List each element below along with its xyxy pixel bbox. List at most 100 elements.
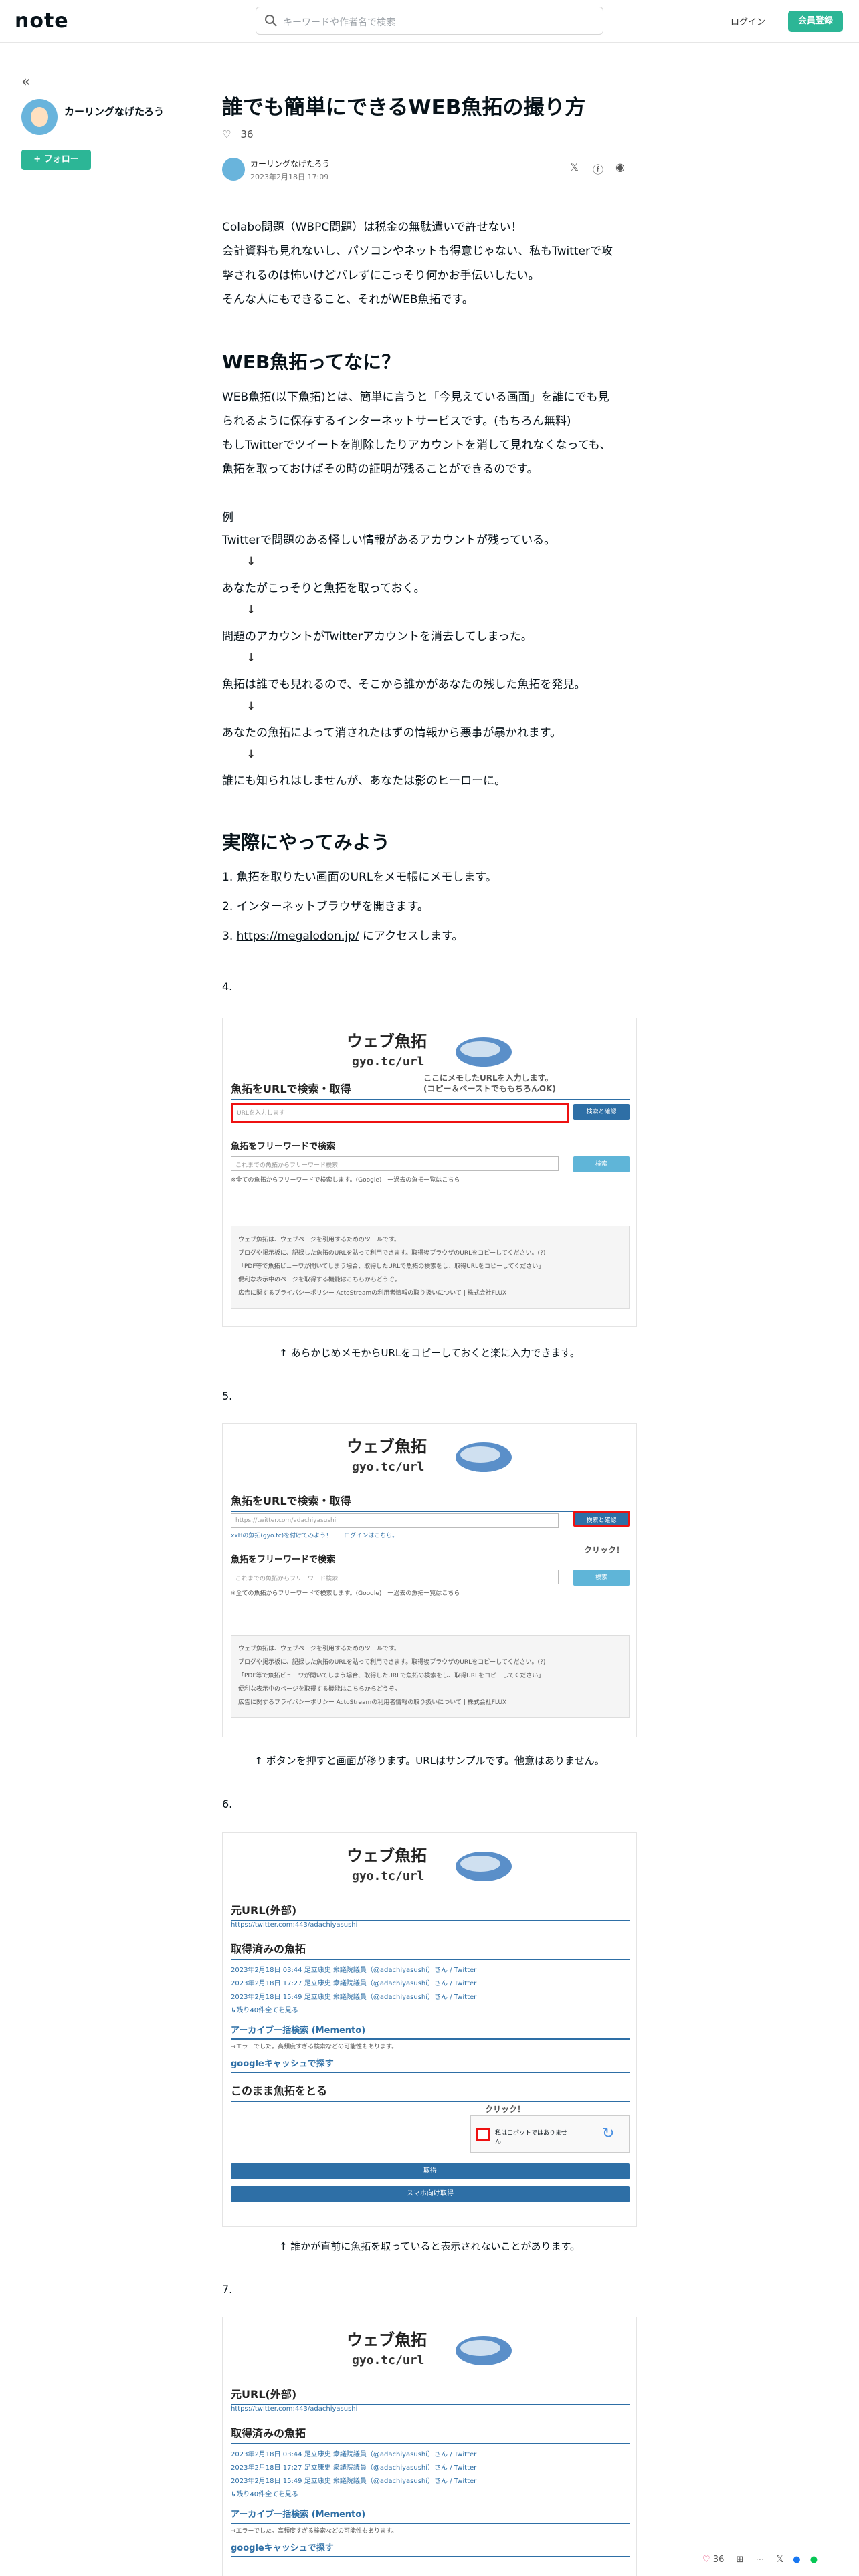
example-line: あなたがこっそりと魚拓を取っておく。	[222, 582, 425, 595]
word-search-button[interactable]: 検索	[573, 1570, 630, 1586]
url-input[interactable]: URLを入力します	[231, 1103, 569, 1123]
more-link[interactable]: ↳残り40件全てを見る	[231, 2488, 298, 2498]
follow-button[interactable]: + フォロー	[21, 150, 91, 170]
word-search-button[interactable]: 検索	[573, 1156, 630, 1172]
click-annotation: クリック！	[485, 2105, 526, 2114]
arrow: ↓	[246, 651, 256, 665]
publish-date: 2023年2月18日 17:09	[250, 173, 329, 181]
list-item[interactable]: 2023年2月18日 15:49 足立康史 衆議院議員（@adachiyasus…	[231, 1991, 476, 2001]
site-header: note キーワードや作者名で検索 ログイン 会員登録	[0, 0, 859, 43]
search-input[interactable]: キーワードや作者名で検索	[256, 7, 603, 35]
list-item[interactable]: 2023年2月18日 17:27 足立康史 衆議院議員（@adachiyasus…	[231, 2462, 476, 2472]
archive-heading[interactable]: アーカイブ一括検索 (Memento)	[231, 2507, 630, 2524]
magazine-icon[interactable]: ⊞	[736, 2555, 743, 2565]
caption: ↑ ボタンを押すと画面が移ります。URLはサンプルです。他意はありません。	[254, 1755, 605, 1767]
search-placeholder: キーワードや作者名で検索	[283, 17, 395, 28]
origin-url[interactable]: https://twitter.com:443/adachiyasushi	[231, 2405, 357, 2413]
info-box: ウェブ魚拓は、ウェブページを引用するためのツールです。 ブログや掲示板に、記録した…	[231, 1635, 630, 1718]
megalodon-link[interactable]: https://megalodon.jp/	[237, 930, 359, 943]
author-name[interactable]: カーリングなげたろう	[250, 158, 330, 169]
step-2: 2. インターネットブラウザを開きます。	[222, 900, 429, 914]
gyotaku-logo-icon: ウェブ魚拓 gyo.tc/url	[347, 1436, 512, 1474]
search-confirm-button[interactable]: 検索と確認	[573, 1511, 630, 1527]
step-number: 4.	[222, 980, 233, 993]
note-logo[interactable]: note	[15, 9, 69, 33]
facebook-share-icon[interactable]: ●	[793, 2555, 800, 2565]
more-link[interactable]: ↳残り40件全てを見る	[231, 2004, 298, 2014]
search-word-heading: 魚拓をフリーワードで検索	[231, 1555, 336, 1565]
more-icon[interactable]: ⋯	[756, 2555, 765, 2565]
floating-actions: ♡ 36 ⊞ ⋯ 𝕏 ● ●	[702, 2555, 818, 2565]
arrow: ↓	[246, 700, 256, 713]
google-heading[interactable]: googleキャッシュで探す	[231, 2056, 630, 2073]
heart-icon[interactable]: ♡	[222, 128, 231, 140]
google-heading[interactable]: googleキャッシュで探す	[231, 2541, 630, 2557]
step-number: 6.	[222, 1798, 233, 1810]
x-share-icon[interactable]: 𝕏	[570, 160, 579, 173]
search-confirm-button[interactable]: 検索と確認	[573, 1104, 630, 1120]
svg-text:gyo.tc/url: gyo.tc/url	[352, 2353, 424, 2367]
take-heading: このまま魚拓をとる	[231, 2082, 630, 2102]
recaptcha-checkbox[interactable]	[476, 2128, 490, 2141]
word-input[interactable]: これまでの魚拓からフリーワード検索	[231, 1570, 559, 1584]
what-text: WEB魚拓(以下魚拓)とは、簡単に言うと「今見えている画面」を誰にでも見 られるよ…	[222, 391, 611, 476]
login-link[interactable]: ログイン	[731, 15, 765, 27]
list-item[interactable]: 2023年2月18日 03:44 足立康史 衆議院議員（@adachiyasus…	[231, 1964, 476, 1974]
svg-text:ウェブ魚拓: ウェブ魚拓	[347, 1031, 427, 1051]
url-input[interactable]: https://twitter.com/adachiyasushi	[231, 1513, 559, 1528]
gyotaku-logo-icon: ウェブ魚拓 gyo.tc/url	[347, 2330, 512, 2367]
heart-icon[interactable]: ♡	[702, 2555, 710, 2565]
step-3: 3. https://megalodon.jp/ にアクセスします。	[222, 930, 464, 943]
svg-text:ウェブ魚拓: ウェブ魚拓	[347, 2330, 427, 2349]
get-button[interactable]: 取得	[231, 2163, 630, 2179]
example-line: 誰にも知られはしませんが、あなたは影のヒーローに。	[222, 774, 506, 788]
word-input[interactable]: これまでの魚拓からフリーワード検索	[231, 1156, 559, 1171]
example-label: 例	[222, 511, 233, 524]
like-count[interactable]: ♡ 36	[222, 128, 254, 140]
arrow: ↓	[246, 748, 256, 761]
page-title: 誰でも簡単にできるWEB魚拓の撮り方	[222, 96, 586, 120]
line-share-icon[interactable]: ●	[810, 2555, 818, 2565]
word-note: ※全ての魚拓からフリーワードで検索します。(Google) 一過去の魚拓一覧はこ…	[231, 1590, 460, 1597]
got-heading: 取得済みの魚拓	[231, 2424, 630, 2444]
step-number: 7.	[222, 2283, 233, 2296]
search-icon	[265, 15, 277, 27]
signup-button[interactable]: 会員登録	[788, 11, 843, 32]
recaptcha: 私はロボットではありません ↻	[470, 2115, 630, 2153]
origin-url[interactable]: https://twitter.com:443/adachiyasushi	[231, 1921, 357, 1929]
intro-text: Colabo問題（WBPC問題）は税金の無駄遣いで許せない！ 会計資料も見れないし…	[222, 221, 613, 306]
caption: ↑ 誰かが直前に魚拓を取っていると表示されないことがあります。	[278, 2240, 581, 2252]
example-line: 魚拓は誰でも見れるので、そこから誰かがあなたの残した魚拓を発見。	[222, 678, 586, 691]
step-number: 5.	[222, 1390, 233, 1402]
example-line: あなたの魚拓によって消されたはずの情報から悪事が暴かれます。	[222, 726, 561, 740]
creator-name[interactable]: カーリングなげたろう	[64, 103, 178, 120]
login-note: xxHの魚拓(gyo.tc)を付けてみよう！ ーログインはこちら。	[231, 1533, 399, 1539]
annotation: (コピー＆ペーストでももちろんOK)	[423, 1084, 556, 1093]
info-box: ウェブ魚拓は、ウェブページを引用するためのツールです。 ブログや掲示板に、記録した…	[231, 1226, 630, 1309]
x-share-icon[interactable]: 𝕏	[777, 2555, 783, 2565]
list-item[interactable]: 2023年2月18日 15:49 足立康史 衆議院議員（@adachiyasus…	[231, 2475, 476, 2485]
example-line: 問題のアカウントがTwitterアカウントを消去してしまった。	[222, 630, 533, 643]
gyotaku-logo-icon: ウェブ魚拓 gyo.tc/url	[347, 1846, 512, 1883]
archive-heading[interactable]: アーカイブ一括検索 (Memento)	[231, 2023, 630, 2040]
author-avatar[interactable]	[222, 158, 245, 181]
screenshot-step-6: ウェブ魚拓 gyo.tc/url 元URL(外部) https://twitter…	[222, 1832, 637, 2227]
collapse-icon[interactable]: «	[21, 74, 30, 90]
recaptcha-label: 私はロボットではありません	[495, 2130, 567, 2145]
word-note: ※全ての魚拓からフリーワードで検索します。(Google) 一過去の魚拓一覧はこ…	[231, 1177, 460, 1184]
recaptcha-icon: ↻	[602, 2125, 615, 2142]
origin-heading: 元URL(外部)	[231, 2385, 630, 2405]
svg-text:ウェブ魚拓: ウェブ魚拓	[347, 1846, 427, 1865]
line-share-icon[interactable]: ◉	[615, 160, 625, 173]
list-item[interactable]: 2023年2月18日 17:27 足立康史 衆議院議員（@adachiyasus…	[231, 1977, 476, 1988]
section-heading-try: 実際にやってみよう	[222, 831, 390, 853]
avatar[interactable]	[21, 99, 58, 135]
svg-text:ウェブ魚拓: ウェブ魚拓	[347, 1436, 427, 1456]
svg-text:gyo.tc/url: gyo.tc/url	[352, 1869, 424, 1883]
screenshot-step-4: ウェブ魚拓 gyo.tc/url 魚拓をURLで検索・取得 URLを入力します 検…	[222, 1018, 637, 1327]
archive-note: →エラーでした。高頻度すぎる検索などの可能性もあります。	[231, 2044, 398, 2050]
search-word-heading: 魚拓をフリーワードで検索	[231, 1142, 336, 1152]
facebook-share-icon[interactable]: ⓕ	[593, 160, 603, 177]
list-item[interactable]: 2023年2月18日 03:44 足立康史 衆議院議員（@adachiyasus…	[231, 2448, 476, 2458]
get-sp-button[interactable]: スマホ向け取得	[231, 2186, 630, 2202]
